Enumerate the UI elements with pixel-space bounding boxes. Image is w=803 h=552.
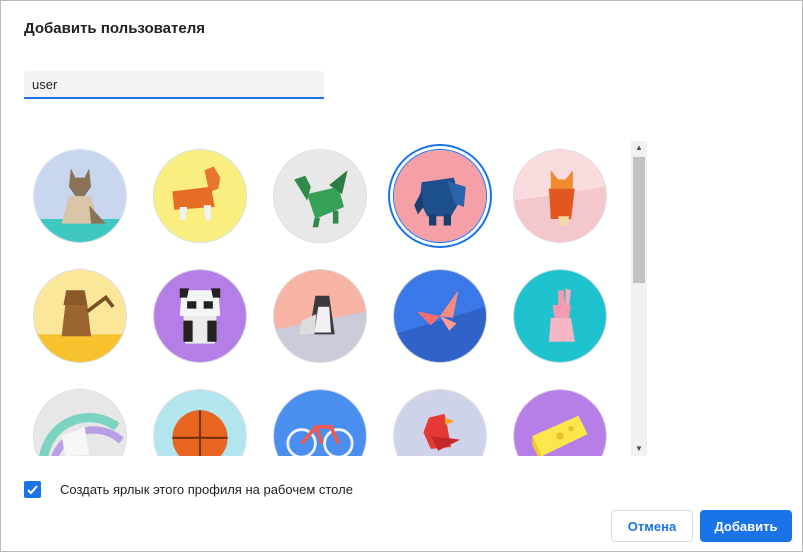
corgi-icon — [154, 150, 246, 242]
avatar-scrollbar[interactable]: ▲ ▼ — [631, 141, 647, 456]
cancel-button[interactable]: Отмена — [611, 510, 693, 542]
avatar-corgi[interactable] — [153, 149, 247, 243]
bird-icon — [394, 390, 486, 456]
avatar-cat[interactable] — [33, 149, 127, 243]
checkmark-icon — [27, 484, 38, 494]
avatar-cheese[interactable] — [513, 389, 607, 456]
cat-icon — [34, 150, 126, 242]
monkey-icon — [34, 270, 126, 362]
butterfly-icon — [394, 270, 486, 362]
avatar-basketball[interactable] — [153, 389, 247, 456]
unicorn-icon — [34, 390, 126, 456]
shortcut-checkbox-label: Создать ярлык этого профиля на рабочем с… — [60, 481, 353, 497]
avatar-fox[interactable] — [513, 149, 607, 243]
user-name-input[interactable] — [24, 71, 324, 99]
penguin-icon — [274, 270, 366, 362]
avatar-grid — [21, 141, 629, 456]
shortcut-checkbox-row[interactable]: Создать ярлык этого профиля на рабочем с… — [24, 480, 353, 498]
avatar-monkey[interactable] — [33, 269, 127, 363]
add-button[interactable]: Добавить — [700, 510, 792, 542]
dialog-title: Добавить пользователя — [24, 20, 205, 37]
avatar-bird[interactable] — [393, 389, 487, 456]
avatar-penguin[interactable] — [273, 269, 367, 363]
scroll-thumb[interactable] — [633, 157, 645, 283]
avatar-butterfly[interactable] — [393, 269, 487, 363]
basketball-icon — [154, 390, 246, 456]
scroll-down-arrow-icon[interactable]: ▼ — [631, 442, 647, 456]
panda-icon — [154, 270, 246, 362]
dragon-icon — [274, 150, 366, 242]
add-user-dialog: Добавить пользователя user ▲ ▼ Создать я… — [0, 0, 803, 552]
avatar-rabbit[interactable] — [513, 269, 607, 363]
avatar-elephant[interactable] — [393, 149, 487, 243]
avatar-bicycle[interactable] — [273, 389, 367, 456]
avatar-dragon[interactable] — [273, 149, 367, 243]
bicycle-icon — [274, 390, 366, 456]
fox-icon — [514, 150, 606, 242]
cheese-icon — [514, 390, 606, 456]
avatar-panda[interactable] — [153, 269, 247, 363]
scroll-up-arrow-icon[interactable]: ▲ — [631, 141, 647, 155]
rabbit-icon — [514, 270, 606, 362]
elephant-icon — [394, 150, 486, 242]
avatar-unicorn[interactable] — [33, 389, 127, 456]
shortcut-checkbox[interactable] — [24, 480, 41, 498]
